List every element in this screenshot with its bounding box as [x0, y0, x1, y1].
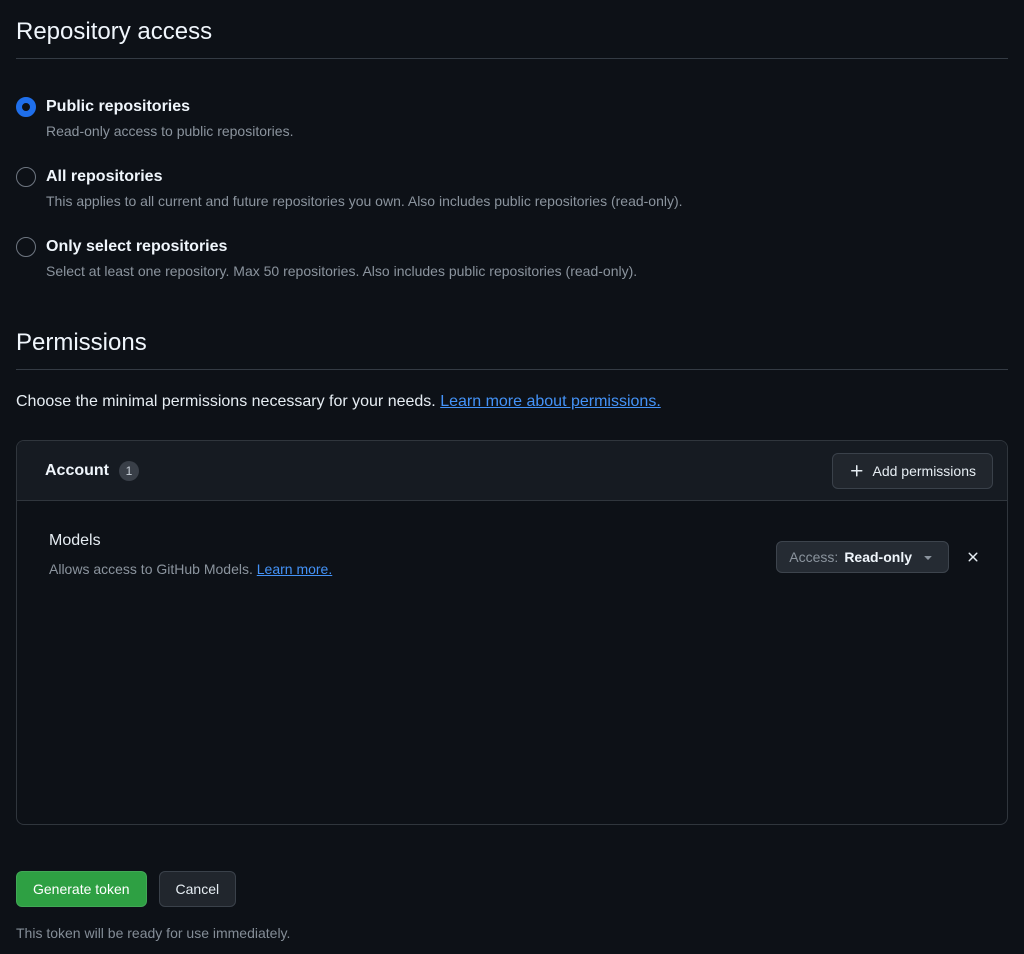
permissions-heading: Permissions: [16, 327, 1008, 370]
radio-label-all-repositories[interactable]: All repositories: [46, 165, 683, 189]
account-panel-body: Models Allows access to GitHub Models. L…: [17, 501, 1007, 595]
access-value: Read-only: [844, 549, 912, 565]
radio-option-text: Public repositories Read-only access to …: [46, 95, 293, 141]
remove-permission-button[interactable]: [961, 545, 985, 569]
access-level-dropdown[interactable]: Access: Read-only: [776, 541, 949, 573]
add-permissions-label: Add permissions: [873, 463, 977, 479]
repository-access-options: Public repositories Read-only access to …: [16, 95, 1008, 281]
x-icon: [965, 549, 981, 565]
radio-description-public-repositories: Read-only access to public repositories.: [46, 121, 293, 141]
account-panel-title: Account: [45, 462, 109, 480]
account-panel-header: Account 1 Add permissions: [17, 441, 1007, 501]
radio-button-public-repositories[interactable]: [16, 97, 36, 117]
permission-row-models: Models Allows access to GitHub Models. L…: [33, 517, 991, 579]
permissions-intro-text: Choose the minimal permissions necessary…: [16, 393, 436, 410]
radio-option-only-select-repositories[interactable]: Only select repositories Select at least…: [16, 235, 1008, 281]
radio-option-text: All repositories This applies to all cur…: [46, 165, 683, 211]
radio-option-public-repositories[interactable]: Public repositories Read-only access to …: [16, 95, 1008, 141]
form-actions: Generate token Cancel: [16, 871, 1008, 907]
radio-description-only-select-repositories: Select at least one repository. Max 50 r…: [46, 261, 637, 281]
radio-option-text: Only select repositories Select at least…: [46, 235, 637, 281]
triangle-down-icon: [920, 549, 936, 565]
learn-more-permissions-link[interactable]: Learn more about permissions.: [440, 393, 661, 410]
repository-access-heading: Repository access: [16, 16, 1008, 59]
token-ready-note: This token will be ready for use immedia…: [16, 923, 1008, 943]
radio-label-public-repositories[interactable]: Public repositories: [46, 95, 293, 119]
account-permissions-panel: Account 1 Add permissions Models Allows …: [16, 440, 1008, 825]
permission-name: Models: [49, 529, 332, 553]
permission-info: Models Allows access to GitHub Models. L…: [49, 529, 332, 579]
fine-grained-token-form: Repository access Public repositories Re…: [0, 16, 1024, 943]
permissions-count-badge: 1: [119, 461, 139, 481]
radio-option-all-repositories[interactable]: All repositories This applies to all cur…: [16, 165, 1008, 211]
permission-description: Allows access to GitHub Models. Learn mo…: [49, 559, 332, 579]
generate-token-button[interactable]: Generate token: [16, 871, 147, 907]
radio-label-only-select-repositories[interactable]: Only select repositories: [46, 235, 637, 259]
radio-button-all-repositories[interactable]: [16, 167, 36, 187]
cancel-button[interactable]: Cancel: [159, 871, 237, 907]
radio-button-only-select-repositories[interactable]: [16, 237, 36, 257]
account-panel-title-group: Account 1: [45, 461, 139, 481]
plus-icon: [849, 463, 865, 479]
radio-description-all-repositories: This applies to all current and future r…: [46, 191, 683, 211]
permission-description-text: Allows access to GitHub Models.: [49, 561, 253, 577]
access-label: Access:: [789, 549, 838, 565]
permission-learn-more-link[interactable]: Learn more.: [257, 561, 332, 577]
permission-controls: Access: Read-only: [776, 541, 985, 573]
add-permissions-button[interactable]: Add permissions: [832, 453, 994, 489]
permissions-intro: Choose the minimal permissions necessary…: [16, 390, 1008, 414]
